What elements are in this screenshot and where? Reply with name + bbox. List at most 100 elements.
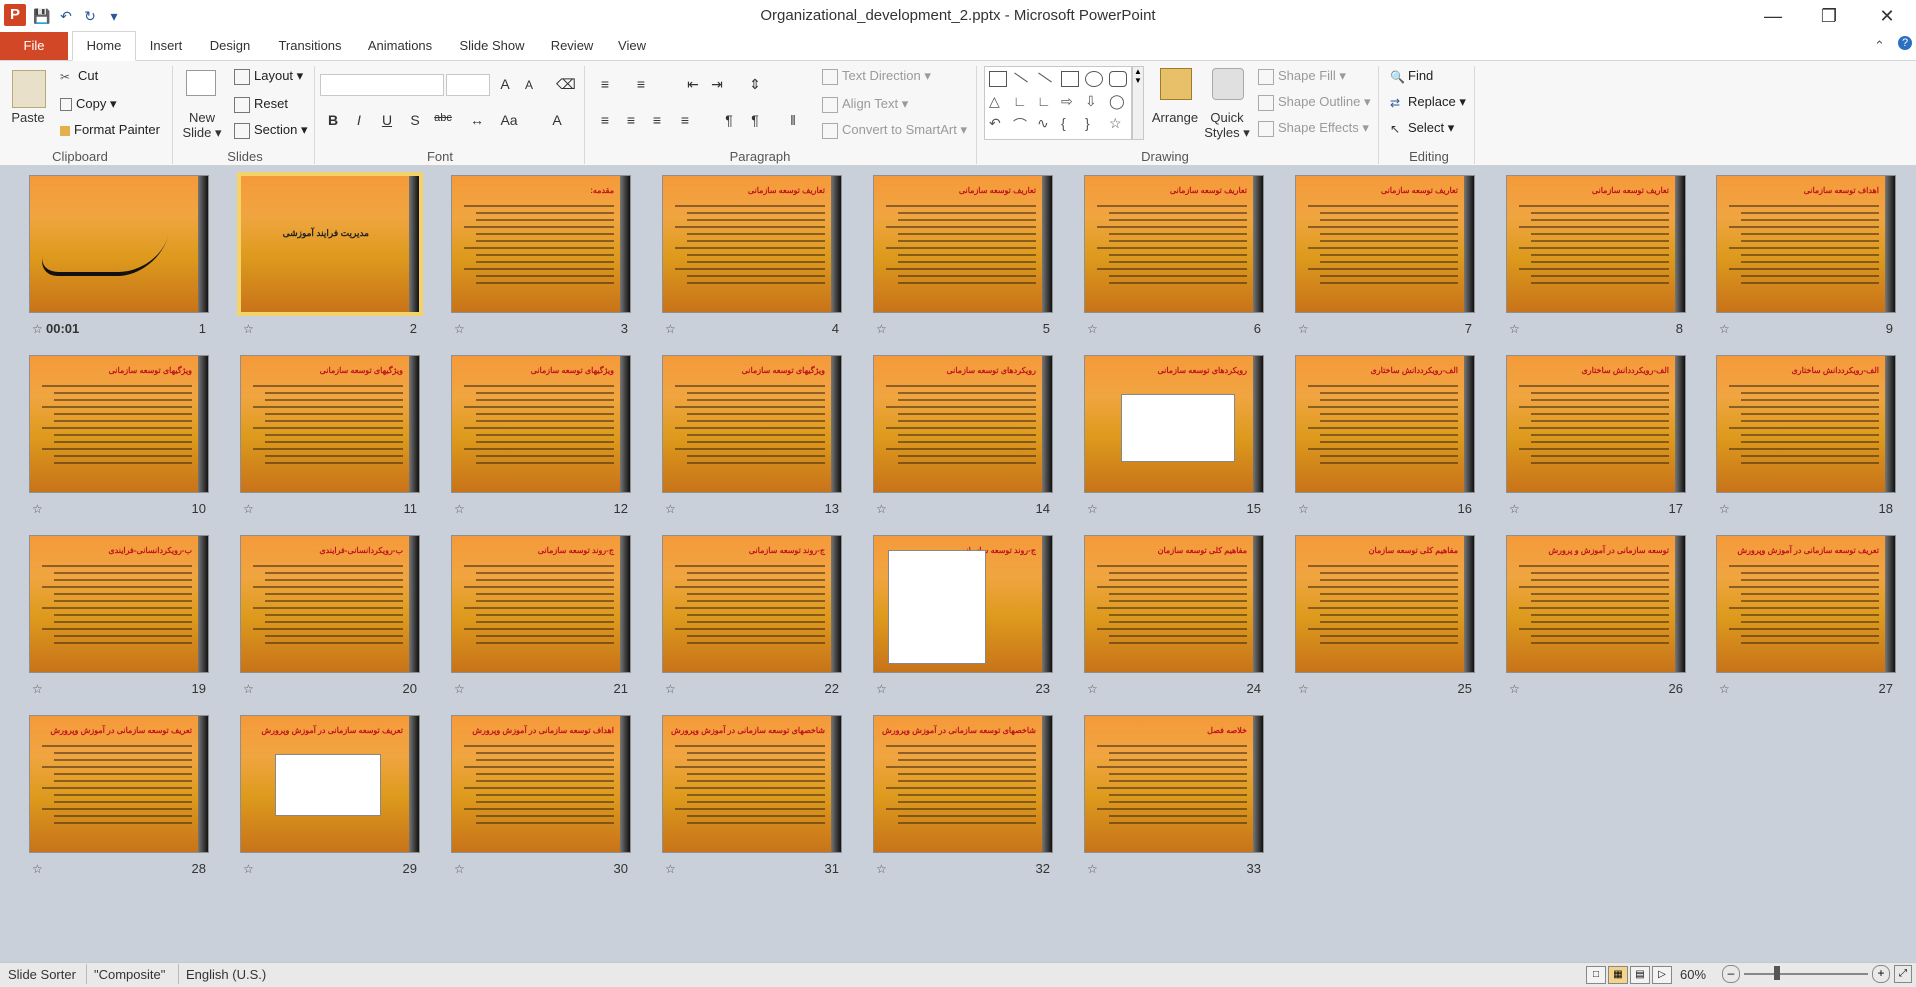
italic-icon[interactable]: I <box>350 112 368 128</box>
transition-star-icon[interactable]: ☆ <box>1509 322 1520 336</box>
slide-thumbnail[interactable]: تعریف توسعه سازمانی در آموزش وپرورش <box>1717 536 1895 672</box>
transition-star-icon[interactable]: ☆ <box>32 502 43 516</box>
quick-styles-icon[interactable] <box>1212 68 1244 100</box>
tab-slide-show[interactable]: Slide Show <box>452 32 532 60</box>
restore-icon[interactable]: ❐ <box>1804 0 1854 32</box>
slide-thumbnail[interactable]: خلاصه فصل <box>1085 716 1263 852</box>
transition-star-icon[interactable]: ☆ <box>1719 322 1730 336</box>
shrink-font-icon[interactable]: A <box>520 78 538 92</box>
section-button[interactable]: Section ▾ <box>234 122 308 139</box>
select-button[interactable]: ↖ Select ▾ <box>1390 120 1454 136</box>
transition-star-icon[interactable]: ☆ <box>876 682 887 696</box>
transition-star-icon[interactable]: ☆ <box>1509 682 1520 696</box>
zoom-in-icon[interactable]: + <box>1872 965 1890 983</box>
connector-shape-icon[interactable]: ∟ <box>1013 93 1027 109</box>
rectangle-shape-icon[interactable] <box>1061 71 1079 87</box>
slide-thumbnail[interactable]: ب-رویکردانسانی-فرایندی <box>241 536 419 672</box>
triangle-shape-icon[interactable]: △ <box>989 93 1000 110</box>
transition-star-icon[interactable]: ☆ <box>1298 322 1309 336</box>
transition-star-icon[interactable]: ☆ <box>243 322 254 336</box>
transition-star-icon[interactable]: ☆ <box>1087 682 1098 696</box>
slide-thumbnail[interactable]: اهداف توسعه سازمانی در آموزش وپرورش <box>452 716 630 852</box>
slide-thumbnail[interactable]: الف-رویکرددانش ساختاری <box>1296 356 1474 492</box>
shape-effects-button[interactable]: Shape Effects ▾ <box>1258 120 1369 137</box>
transition-star-icon[interactable]: ☆ <box>243 682 254 696</box>
slide-thumbnail[interactable]: تعاریف توسعه سازمانی <box>1085 176 1263 312</box>
slide-thumbnail[interactable]: تعاریف توسعه سازمانی <box>1296 176 1474 312</box>
transition-star-icon[interactable]: ☆ <box>876 322 887 336</box>
format-painter-button[interactable]: Format Painter <box>60 122 160 137</box>
tab-insert[interactable]: Insert <box>142 32 190 60</box>
find-button[interactable]: 🔍 Find <box>1390 68 1433 84</box>
bullets-icon[interactable]: ≡ <box>596 76 614 92</box>
transition-star-icon[interactable]: ☆ <box>32 682 43 696</box>
tab-design[interactable]: Design <box>204 32 256 60</box>
slide-thumbnail[interactable]: ج-روند توسعه سازمانی <box>874 536 1052 672</box>
tab-review[interactable]: Review <box>546 32 598 60</box>
slide-thumbnail[interactable]: ویژگیهای توسعه سازمانی <box>452 356 630 492</box>
slide-thumbnail[interactable]: شاخصهای توسعه سازمانی در آموزش وپرورش <box>663 716 841 852</box>
line-shape-icon[interactable] <box>1014 72 1028 83</box>
transition-star-icon[interactable]: ☆ <box>665 322 676 336</box>
tab-transitions[interactable]: Transitions <box>270 32 350 60</box>
decrease-indent-icon[interactable]: ⇤ <box>684 76 702 93</box>
tab-view[interactable]: View <box>612 32 652 60</box>
reading-view-icon[interactable]: ▤ <box>1630 966 1650 984</box>
quick-styles-button[interactable]: Quick Styles ▾ <box>1202 110 1252 141</box>
freeform-shape-icon[interactable]: ∿ <box>1037 115 1049 132</box>
paste-button[interactable]: Paste <box>6 110 50 125</box>
slideshow-view-icon[interactable]: ▷ <box>1652 966 1672 984</box>
font-color-icon[interactable]: A <box>548 112 566 128</box>
slide-thumbnail[interactable]: اهداف توسعه سازمانی <box>1717 176 1895 312</box>
strikethrough-icon[interactable]: abc <box>434 112 452 124</box>
change-case-icon[interactable]: Aa <box>500 112 518 128</box>
normal-view-icon[interactable]: □ <box>1586 966 1606 984</box>
customize-qat-icon[interactable]: ▾ <box>104 6 124 26</box>
transition-star-icon[interactable]: ☆ <box>876 502 887 516</box>
zoom-out-icon[interactable]: – <box>1722 965 1740 983</box>
slide-thumbnail[interactable]: مقدمه: <box>452 176 630 312</box>
help-icon[interactable]: ? <box>1898 36 1912 50</box>
zoom-slider-thumb[interactable] <box>1774 966 1780 980</box>
transition-star-icon[interactable]: ☆ <box>1298 502 1309 516</box>
columns-icon[interactable]: ‖ <box>784 112 802 128</box>
transition-star-icon[interactable]: ☆ <box>665 862 676 876</box>
align-center-icon[interactable]: ≡ <box>622 112 640 128</box>
increase-indent-icon[interactable]: ⇥ <box>708 76 726 93</box>
transition-star-icon[interactable]: ☆ <box>32 862 43 876</box>
slide-thumbnail[interactable]: تعریف توسعه سازمانی در آموزش وپرورش <box>241 716 419 852</box>
numbering-icon[interactable]: ≡ <box>632 76 650 92</box>
cut-button[interactable]: ✂ Cut <box>60 68 98 84</box>
slide-thumbnail[interactable]: مفاهیم کلی توسعه سازمان <box>1296 536 1474 672</box>
slide-thumbnail[interactable]: ویژگیهای توسعه سازمانی <box>663 356 841 492</box>
transition-star-icon[interactable]: ☆ <box>1509 502 1520 516</box>
transition-star-icon[interactable]: ☆ <box>454 322 465 336</box>
transition-star-icon[interactable]: ☆ <box>665 502 676 516</box>
clear-formatting-icon[interactable]: ⌫ <box>556 76 576 93</box>
font-size-field[interactable] <box>446 74 490 96</box>
transition-star-icon[interactable]: ☆ <box>1719 682 1730 696</box>
slide-sorter-view-icon[interactable]: ▦ <box>1608 966 1628 984</box>
reset-button[interactable]: Reset <box>234 96 288 113</box>
powerpoint-logo-icon[interactable]: P <box>4 4 26 26</box>
transition-star-icon[interactable]: ☆ <box>876 862 887 876</box>
tab-file[interactable]: File <box>0 32 68 60</box>
layout-button[interactable]: Layout ▾ <box>234 68 303 85</box>
minimize-ribbon-icon[interactable]: ⌃ <box>1874 38 1885 54</box>
replace-button[interactable]: ⇄ Replace ▾ <box>1390 94 1466 110</box>
textbox-shape-icon[interactable] <box>989 71 1007 87</box>
arrow-shape-icon[interactable] <box>1038 72 1052 83</box>
left-brace-icon[interactable]: { <box>1061 115 1066 131</box>
undo-icon[interactable]: ↶ <box>56 6 76 26</box>
ltr-icon[interactable]: ¶ <box>720 112 738 128</box>
curve-shape-icon[interactable]: ↶ <box>989 115 1001 132</box>
transition-star-icon[interactable]: ☆ <box>454 862 465 876</box>
shape-fill-button[interactable]: Shape Fill ▾ <box>1258 68 1346 85</box>
transition-star-icon[interactable]: ☆ <box>454 682 465 696</box>
elbow-connector-icon[interactable]: ∟ <box>1037 93 1051 109</box>
slide-thumbnail[interactable]: مدیریت فرایند آموزشی <box>241 176 419 312</box>
transition-star-icon[interactable]: ☆ <box>243 502 254 516</box>
down-arrow-shape-icon[interactable]: ⇩ <box>1085 93 1097 110</box>
arc-shape-icon[interactable]: ⌒ <box>1013 115 1027 135</box>
justify-icon[interactable]: ≡ <box>676 112 694 128</box>
